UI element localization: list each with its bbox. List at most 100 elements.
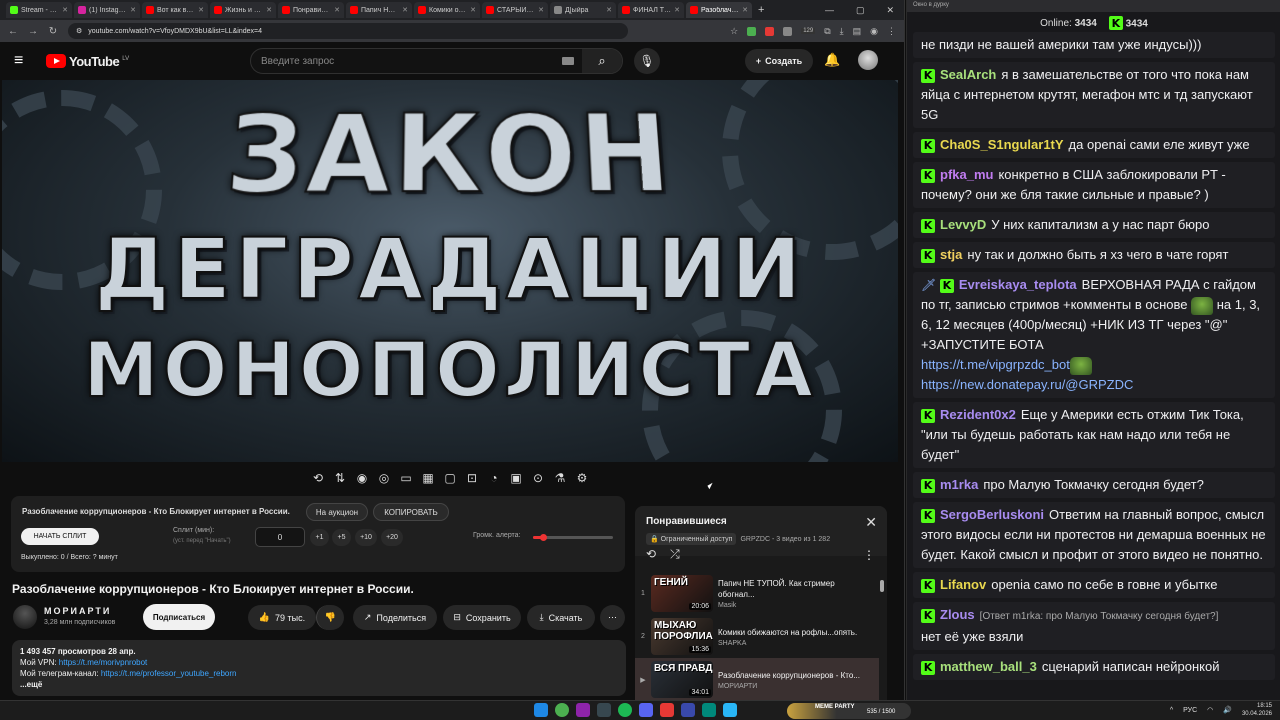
spotify-icon[interactable]	[618, 703, 632, 717]
youtube-logo[interactable]: YouTube LV	[46, 54, 129, 69]
tab-close-icon[interactable]: ✕	[130, 6, 136, 14]
chat-link[interactable]: https://t.me/vipgrpzdc_bot	[921, 357, 1070, 372]
back-icon[interactable]: ←	[8, 26, 18, 37]
browser-tab[interactable]: Вот как в РФ ✕	[142, 2, 208, 18]
tab-close-icon[interactable]: ✕	[674, 6, 680, 14]
inc-5-button[interactable]: +5	[332, 529, 351, 546]
copy-button[interactable]: КОПИРОВАТЬ	[373, 503, 449, 521]
browser-tab[interactable]: СТАРЫЙ БОГ✕	[482, 2, 548, 18]
forward-icon[interactable]: →	[28, 26, 38, 37]
voice-search-button[interactable]: 🎙	[634, 48, 660, 74]
extension-icon[interactable]	[747, 26, 757, 36]
inc-20-button[interactable]: +20	[381, 529, 403, 546]
chrome-icon[interactable]	[555, 703, 569, 717]
chat-username[interactable]: pfka_mu	[940, 167, 993, 182]
browser-tab[interactable]: Stream - Kick ✕	[6, 2, 72, 18]
playlist-menu-icon[interactable]: ⋮	[863, 548, 875, 562]
playlist-item[interactable]: ▶ ВСЯ ПРАВД 34:01 Разоблачение коррупционер…	[635, 658, 879, 700]
loop-icon[interactable]: ⟲	[646, 547, 656, 562]
channel-avatar[interactable]	[13, 605, 37, 629]
app-icon[interactable]	[702, 703, 716, 717]
inc-10-button[interactable]: +10	[355, 529, 377, 546]
download-button[interactable]: ⤓ Скачать	[527, 605, 595, 630]
bell-icon[interactable]: 🔔	[824, 52, 840, 68]
playlist-scrollbar[interactable]	[879, 572, 885, 692]
chat-username[interactable]: matthew_ball_3	[940, 659, 1037, 674]
channel-name[interactable]: МОРИАРТИ	[44, 606, 111, 616]
discord-icon[interactable]	[639, 703, 653, 717]
telegram-icon[interactable]	[723, 703, 737, 717]
close-window-icon[interactable]: ✕	[886, 5, 894, 16]
extension-badge-icon[interactable]	[783, 26, 793, 36]
tab-close-icon[interactable]: ✕	[198, 6, 204, 14]
split-input[interactable]: 0	[255, 527, 305, 547]
pip-icon[interactable]: ▣	[508, 471, 524, 485]
tray-arrow-icon[interactable]: ^	[1170, 707, 1173, 714]
broadcast-icon[interactable]: ◉	[354, 471, 370, 485]
tab-close-icon[interactable]: ✕	[402, 6, 408, 14]
browser-tab[interactable]: Комики обиж ✕	[414, 2, 480, 18]
eye-icon[interactable]: ◎	[376, 471, 392, 485]
description-box[interactable]: 1 493 457 просмотров 28 апр. Мой VPN: ht…	[12, 640, 626, 696]
tab-close-icon[interactable]: ✕	[266, 6, 272, 14]
save-button[interactable]: ⊟ Сохранить	[443, 605, 521, 630]
video-player[interactable]: ЗАКОН ДЕГРАДАЦИИ МОНОПОЛИСТА	[2, 80, 898, 462]
chat-username[interactable]: stja	[940, 247, 962, 262]
menu-icon[interactable]: ⋮	[887, 26, 896, 37]
more-actions-button[interactable]: ⋯	[600, 605, 625, 630]
chat-username[interactable]: LevvyD	[940, 217, 986, 232]
playlist-item[interactable]: 2 МЫХАЮ ПОРОФЛИА 15:36 Комики обижаются на …	[635, 615, 879, 658]
playlist-item[interactable]: 1 ГЕНИЙ 20:06 Папич НЕ ТУПОЙ. Как стример о…	[635, 572, 879, 615]
browser-tab[interactable]: Папич НЕ ТУП✕	[346, 2, 412, 18]
chat-link[interactable]: https://new.donatepay.ru/@GRPZDC	[921, 377, 1133, 392]
download-icon[interactable]: ⤓	[840, 26, 844, 37]
windows-start-icon[interactable]	[534, 703, 548, 717]
chat-username[interactable]: SergoBerluskoni	[940, 507, 1044, 522]
tab-close-icon[interactable]: ✕	[470, 6, 476, 14]
playlist-thumbnail[interactable]: МЫХАЮ ПОРОФЛИА 15:36	[651, 618, 713, 655]
scroll-thumb[interactable]	[880, 580, 884, 592]
sort-icon[interactable]: ⇅	[332, 471, 348, 485]
subscribe-button[interactable]: Подписаться	[143, 604, 215, 630]
show-more[interactable]: ...ещё	[20, 679, 618, 690]
frame-icon[interactable]: ▭	[398, 471, 414, 485]
hamburger-icon[interactable]: ≡	[14, 52, 38, 70]
close-icon[interactable]: ✕	[865, 514, 877, 531]
gear-icon[interactable]: ⚙	[574, 471, 590, 485]
obs-icon[interactable]	[660, 703, 674, 717]
share-button[interactable]: ↗ Поделиться	[353, 605, 437, 630]
chat-username[interactable]: Lifanov	[940, 577, 986, 592]
create-button[interactable]: + Создать	[745, 49, 813, 73]
vpn-link[interactable]: https://t.me/morivpnrobot	[59, 658, 147, 667]
tab-close-icon[interactable]: ✕	[538, 6, 544, 14]
clock[interactable]: 18:15 30.04.2026	[1242, 702, 1272, 718]
browser-tab[interactable]: (1) Instagram ✕	[74, 2, 140, 18]
crop-icon[interactable]: ⊡	[464, 471, 480, 485]
chat-username[interactable]: Cha0S_S1ngular1tY	[940, 137, 1064, 152]
site-info-icon[interactable]: ⚙	[76, 27, 82, 35]
playlist-title[interactable]: Понравившиеся	[646, 516, 727, 527]
camera-icon[interactable]: ⊙	[530, 471, 546, 485]
volume-icon[interactable]: 🔊	[1223, 706, 1232, 714]
steam-icon[interactable]	[597, 703, 611, 717]
playlist-thumbnail[interactable]: ВСЯ ПРАВД 34:01	[651, 661, 713, 698]
film-icon[interactable]: ▦	[420, 471, 436, 485]
language-indicator[interactable]: РУС	[1183, 707, 1197, 714]
extension-icon[interactable]	[765, 26, 775, 36]
start-split-button[interactable]: НАЧАТЬ СПЛИТ	[21, 528, 99, 545]
app-icon[interactable]	[576, 703, 590, 717]
screen-icon[interactable]: ▢	[442, 471, 458, 485]
browser-tab[interactable]: Разоблачени ✕	[686, 2, 752, 18]
keyboard-icon[interactable]	[562, 57, 574, 65]
reload-icon[interactable]: ↻	[48, 26, 58, 37]
chat-username[interactable]: Rezident0x2	[940, 407, 1016, 422]
tg-link[interactable]: https://t.me/professor_youtube_reborn	[101, 669, 237, 678]
tab-close-icon[interactable]: ✕	[334, 6, 340, 14]
chat-username[interactable]: Zlous	[940, 607, 975, 622]
browser-tab[interactable]: Понравившиеся✕	[278, 2, 344, 18]
volume-slider[interactable]	[533, 534, 613, 541]
bookmark-star-icon[interactable]: ☆	[730, 26, 738, 37]
chat-username[interactable]: SealArch	[940, 67, 996, 82]
meme-party-widget[interactable]: MEME PARTY 535 / 1500	[787, 703, 911, 719]
sidebar-icon[interactable]: ▤	[853, 26, 862, 37]
